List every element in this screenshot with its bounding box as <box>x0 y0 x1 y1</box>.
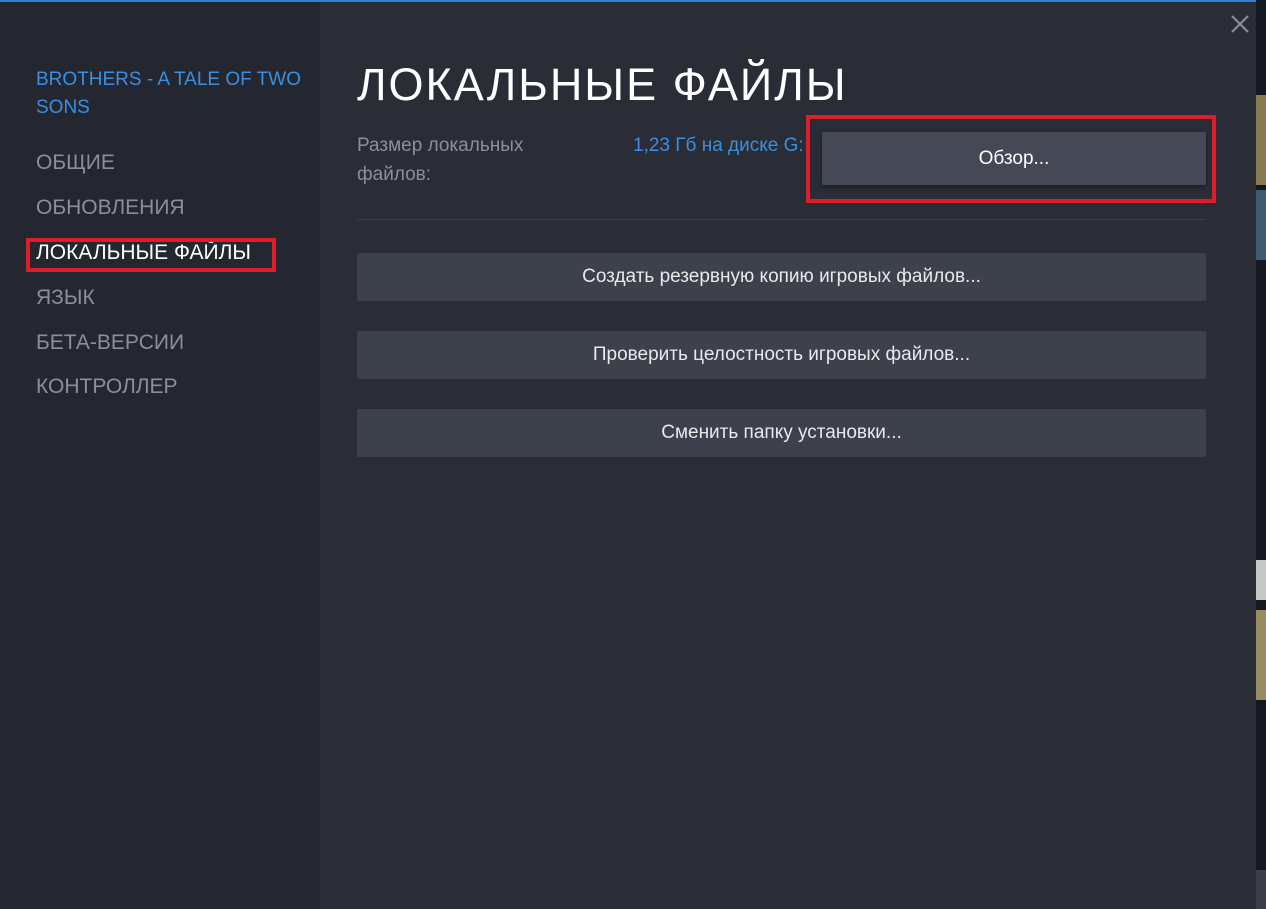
close-icon <box>1231 15 1249 33</box>
background-thumbnail <box>1256 870 1266 909</box>
properties-window: BROTHERS - A TALE OF TWO SONS ОБЩИЕ ОБНО… <box>0 0 1256 909</box>
background-thumbnail <box>1256 560 1266 600</box>
sidebar-item-updates[interactable]: ОБНОВЛЕНИЯ <box>36 194 185 222</box>
local-files-size-value: 1,23 Гб на диске G: <box>633 135 804 156</box>
divider <box>357 219 1206 220</box>
backup-game-files-button[interactable]: Создать резервную копию игровых файлов..… <box>357 253 1206 301</box>
close-button[interactable] <box>1228 12 1252 36</box>
move-install-folder-button[interactable]: Сменить папку установки... <box>357 409 1206 457</box>
sidebar: BROTHERS - A TALE OF TWO SONS ОБЩИЕ ОБНО… <box>0 2 320 909</box>
sidebar-item-language[interactable]: ЯЗЫК <box>36 284 95 312</box>
browse-button[interactable]: Обзор... <box>822 132 1206 185</box>
local-files-size-label: Размер локальных файлов: <box>357 135 524 185</box>
game-title: BROTHERS - A TALE OF TWO SONS <box>36 69 301 118</box>
background-thumbnail <box>1256 95 1266 185</box>
sidebar-item-general[interactable]: ОБЩИЕ <box>36 149 115 177</box>
sidebar-item-betas[interactable]: БЕТА-ВЕРСИИ <box>36 329 184 357</box>
sidebar-item-controller[interactable]: КОНТРОЛЛЕР <box>36 373 178 401</box>
background-window-strip <box>1256 0 1266 909</box>
background-thumbnail <box>1256 190 1266 260</box>
page-title: ЛОКАЛЬНЫЕ ФАЙЛЫ <box>357 59 848 110</box>
verify-game-files-button[interactable]: Проверить целостность игровых файлов... <box>357 331 1206 379</box>
background-thumbnail <box>1256 610 1266 700</box>
local-files-highlight-frame <box>26 238 276 272</box>
